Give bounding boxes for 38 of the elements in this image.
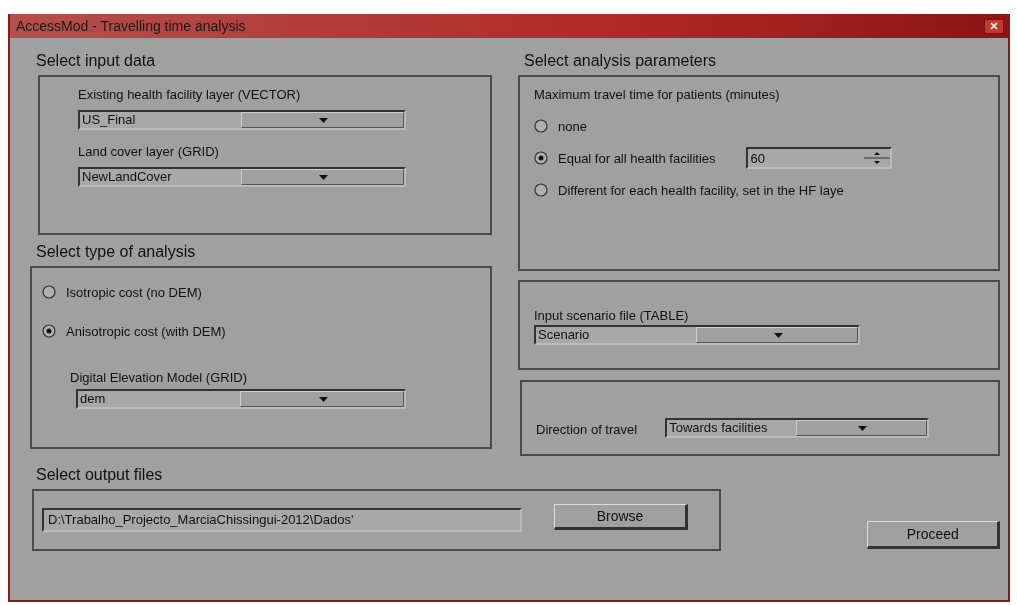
radio-label[interactable]: Anisotropic cost (with DEM) [66,323,226,339]
close-button[interactable] [984,18,1004,34]
field-label: Input scenario file (TABLE) [534,308,690,323]
section-heading: Select output files [36,466,164,484]
radio-button[interactable] [42,324,56,338]
radio-label[interactable]: Isotropic cost (no DEM) [66,284,202,300]
dropdown[interactable]: Towards facilities [665,418,930,438]
dropdown-arrow-icon[interactable] [318,396,328,402]
dropdown-arrow-icon[interactable] [858,425,868,431]
dropdown[interactable]: Scenario [534,325,860,345]
dropdown-arrow-icon[interactable] [773,332,783,338]
radio-label[interactable]: none [558,118,587,134]
dropdown[interactable]: NewLandCover [78,167,406,187]
browse-button[interactable]: Browse [554,504,688,530]
radio-button[interactable] [534,119,548,133]
field-label: Digital Elevation Model (GRID) [70,370,248,385]
field-label: Direction of travel [536,422,638,437]
field-label: Maximum travel time for patients (minutes) [534,87,781,102]
radio-label[interactable]: Equal for all health facilities [558,150,716,166]
dropdown[interactable]: dem [76,389,406,409]
number-spinner[interactable]: 60 [745,147,892,169]
radio-button[interactable] [534,183,548,197]
close-icon [990,22,998,30]
radio-button[interactable] [534,151,548,165]
window-title: AccessMod - Travelling time analysis [16,18,246,34]
section-heading: Select analysis parameters [524,52,718,70]
dropdown[interactable]: US_Final [78,110,406,130]
field-label: Land cover layer (GRID) [78,144,220,159]
spin-arrows-icon[interactable] [863,150,890,166]
field-label: Existing health facility layer (VECTOR) [78,87,302,102]
section-heading: Select type of analysis [36,243,197,261]
radio-label[interactable]: Different for each health facility, set in the HF laye [558,182,844,198]
dropdown-arrow-icon[interactable] [319,117,328,123]
radio-button[interactable] [42,285,56,299]
dropdown-arrow-icon[interactable] [319,174,328,180]
section-heading: Select input data [36,52,157,70]
proceed-button[interactable]: Proceed [867,521,1000,549]
path-field[interactable]: D:\Trabalho_Projecto_MarciaChissingui-2012\Dados' [42,508,522,532]
